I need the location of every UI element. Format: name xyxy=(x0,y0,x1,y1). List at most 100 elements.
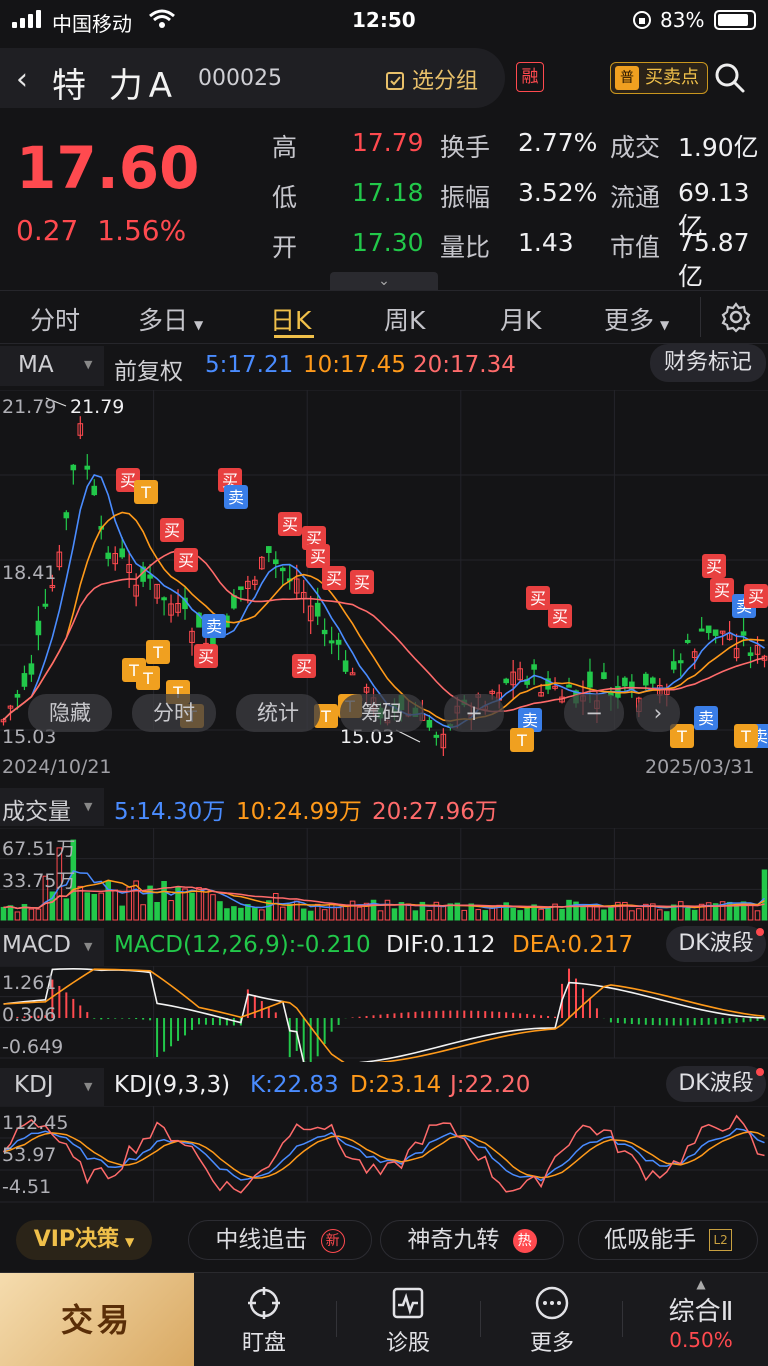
kdj-y-high: 112.45 xyxy=(2,1112,69,1134)
candle-body xyxy=(314,602,321,617)
divider xyxy=(480,1301,481,1337)
t-marker-label: T xyxy=(142,669,153,688)
candle-body xyxy=(712,629,719,636)
dk-band-button-macd[interactable]: DK波段 xyxy=(666,926,766,962)
tab-multi-day-label: 多日 xyxy=(138,306,189,335)
dea-value: DEA:0.217 xyxy=(512,932,634,958)
settings-gear-icon[interactable] xyxy=(720,301,752,333)
volume-bar xyxy=(84,892,91,921)
tab-multi-day[interactable]: 多日 ▼ xyxy=(138,301,203,337)
sell-marker-label: 卖 xyxy=(228,488,244,507)
strategy-mid-term-chase[interactable]: 中线追击 新 xyxy=(188,1220,372,1260)
statistics-button[interactable]: 统计 xyxy=(236,694,320,732)
volume-bar xyxy=(300,908,307,921)
dk-band-button-kdj[interactable]: DK波段 xyxy=(666,1066,766,1102)
macd-y-mid: 0.306 xyxy=(2,1004,57,1026)
kdj-y-mid: 53.97 xyxy=(2,1144,57,1166)
volume-bar xyxy=(307,910,314,921)
dea-line xyxy=(3,968,765,1062)
volume-bar xyxy=(35,908,42,921)
divider xyxy=(622,1301,623,1337)
macd-chart[interactable] xyxy=(0,966,768,1062)
volume-bar xyxy=(636,908,642,921)
vol-ma20: 20:27.96万 xyxy=(372,799,498,825)
zoom-in-button[interactable]: + xyxy=(444,694,504,732)
volume-bar xyxy=(286,903,293,921)
tab-intraday[interactable]: 分时 xyxy=(30,301,80,337)
candle-body xyxy=(63,512,70,519)
nav-diagnose[interactable]: 诊股 xyxy=(348,1273,468,1366)
caret-up-icon: ▲ xyxy=(696,1277,706,1291)
t-marker-label: T xyxy=(152,643,163,662)
nav-watch[interactable]: 盯盘 xyxy=(204,1273,324,1366)
ma-line xyxy=(2,511,765,722)
quote-value: 3.52% xyxy=(518,178,598,207)
select-group-button[interactable]: 选分组 xyxy=(385,63,478,95)
buy-marker-label: 买 xyxy=(530,589,546,608)
battery-icon xyxy=(714,10,756,30)
expand-quote-button[interactable]: ⌄ xyxy=(330,272,438,290)
search-icon[interactable] xyxy=(714,62,746,94)
hide-button[interactable]: 隐藏 xyxy=(28,694,112,732)
tab-more[interactable]: 更多 ▼ xyxy=(604,301,669,337)
strategy-magic-nine[interactable]: 神奇九转 热 xyxy=(380,1220,564,1260)
volume-bar xyxy=(580,906,586,921)
zoom-out-button[interactable]: − xyxy=(564,694,624,732)
volume-bar xyxy=(196,886,202,921)
caret-down-icon: ▼ xyxy=(84,940,93,953)
caret-down-icon: ▼ xyxy=(84,358,93,371)
margin-trading-badge[interactable]: 融 xyxy=(516,62,544,92)
vol-y-high: 67.51万 xyxy=(2,838,76,860)
volume-bar xyxy=(754,910,761,921)
volume-bar xyxy=(98,892,105,921)
hot-badge: 热 xyxy=(512,1229,537,1253)
kdj-params: KDJ(9,3,3) xyxy=(114,1072,231,1098)
d-value: D:23.14 xyxy=(350,1072,442,1098)
nav-more[interactable]: 更多 xyxy=(492,1273,612,1366)
macd-selector[interactable]: MACD ▼ xyxy=(0,928,104,966)
caret-down-icon: ▼ xyxy=(194,318,204,332)
volume-bar xyxy=(412,910,419,921)
strategy-dip-buyer[interactable]: 低吸能手 L2 xyxy=(578,1220,758,1260)
next-button[interactable]: › xyxy=(636,694,680,732)
vip-decision-button[interactable]: VIP决策 ▼ xyxy=(16,1220,152,1260)
volume-bar xyxy=(335,907,342,921)
tab-daily-k[interactable]: 日K xyxy=(270,301,311,337)
quote-label: 开 xyxy=(272,233,298,262)
candle-body xyxy=(279,567,286,572)
volume-bar xyxy=(203,888,209,921)
macd-label: MACD xyxy=(2,932,71,958)
volume-bar xyxy=(566,899,572,921)
finance-marker-button[interactable]: 财务标记 xyxy=(650,344,766,382)
tab-weekly-k[interactable]: 周K xyxy=(384,301,425,337)
strategy-label: 神奇九转 xyxy=(407,1227,500,1253)
chip-distribution-button[interactable]: 筹码 xyxy=(340,694,424,732)
volume-bar xyxy=(349,900,356,921)
candle-body xyxy=(747,652,754,656)
kdj-chart[interactable] xyxy=(0,1106,768,1206)
change-percent: 1.56% xyxy=(97,214,187,247)
intraday-button[interactable]: 分时 xyxy=(132,694,216,732)
volume-bar xyxy=(517,910,523,921)
kdj-selector[interactable]: KDJ ▼ xyxy=(0,1068,104,1106)
level2-badge: L2 xyxy=(709,1229,732,1251)
macd-y-low: -0.649 xyxy=(2,1036,64,1058)
volume-bar xyxy=(426,910,433,921)
back-icon[interactable]: ‹ xyxy=(16,62,28,97)
active-tab-indicator xyxy=(274,335,314,338)
indicator-selector[interactable]: MA ▼ xyxy=(0,346,104,386)
buy-sell-points-button[interactable]: 普 买卖点 xyxy=(610,62,708,94)
trade-button[interactable]: 交易 xyxy=(0,1273,194,1366)
volume-bar xyxy=(63,898,70,921)
y-axis-mid: 18.41 xyxy=(2,562,57,584)
tab-monthly-k[interactable]: 月K xyxy=(500,301,541,337)
t-marker-label: T xyxy=(740,727,751,746)
volume-chart[interactable] xyxy=(0,828,768,924)
candle-body xyxy=(335,639,342,645)
candle-body xyxy=(684,639,691,643)
adjust-mode[interactable]: 前复权 xyxy=(114,352,183,386)
quote-value: 2.77% xyxy=(518,128,598,157)
index-ticker[interactable]: ▲ 综合Ⅱ 0.50% xyxy=(636,1273,766,1366)
volume-selector[interactable]: 成交量 ▼ xyxy=(0,788,104,826)
new-badge: 新 xyxy=(320,1229,345,1253)
